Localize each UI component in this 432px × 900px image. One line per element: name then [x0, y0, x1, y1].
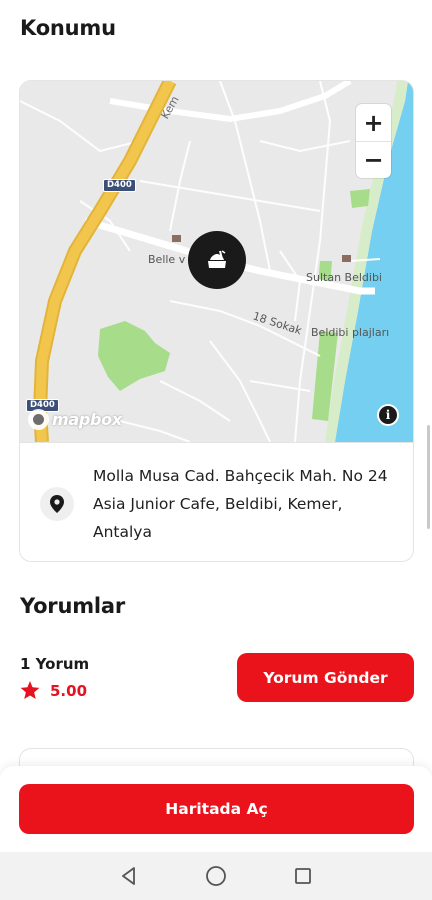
- star-icon: [20, 681, 40, 700]
- reviews-title: Yorumlar: [20, 594, 126, 618]
- system-navigation-bar: [0, 852, 432, 900]
- rating-value: 5.00: [50, 681, 88, 700]
- mapbox-logo-icon: [28, 409, 49, 430]
- home-circle-icon: [206, 866, 226, 886]
- rating: 5.00: [20, 681, 87, 700]
- review-count: 1 Yorum: [20, 655, 90, 673]
- map-label-sultan: Sultan Beldibi: [306, 271, 382, 284]
- zoom-in-button[interactable]: +: [356, 104, 391, 141]
- nav-back-button[interactable]: [114, 861, 144, 891]
- highway-shield-top: D400: [103, 179, 136, 192]
- map-info-button[interactable]: i: [377, 404, 399, 426]
- mapbox-logo-text: mapbox: [52, 410, 122, 429]
- recents-square-icon: [295, 868, 312, 884]
- back-triangle-icon: [121, 867, 135, 885]
- location-title: Konumu: [20, 16, 116, 40]
- map-label-plajlari: Beldibi plajları: [311, 326, 390, 339]
- nav-recents-button[interactable]: [288, 861, 318, 891]
- zoom-control: + −: [356, 104, 391, 178]
- info-icon: i: [379, 406, 397, 424]
- map-view[interactable]: Kem Belle v Sultan Beldibi 18 Sokak Beld…: [20, 81, 413, 442]
- cafe-marker[interactable]: [188, 231, 246, 289]
- location-card: Kem Belle v Sultan Beldibi 18 Sokak Beld…: [19, 80, 414, 562]
- address-row: Molla Musa Cad. Bahçecik Mah. No 24 Asia…: [20, 442, 413, 561]
- address-text: Molla Musa Cad. Bahçecik Mah. No 24 Asia…: [93, 467, 388, 541]
- cafe-icon: [208, 250, 226, 268]
- open-in-map-button[interactable]: Haritada Aç: [19, 784, 414, 834]
- scroll-indicator[interactable]: [427, 425, 430, 529]
- nav-home-button[interactable]: [201, 861, 231, 891]
- location-pin-icon: [40, 487, 74, 521]
- map-label-belle: Belle v: [148, 253, 186, 266]
- zoom-out-button[interactable]: −: [356, 141, 391, 178]
- mapbox-logo[interactable]: mapbox: [28, 409, 122, 430]
- send-review-button[interactable]: Yorum Gönder: [237, 653, 414, 702]
